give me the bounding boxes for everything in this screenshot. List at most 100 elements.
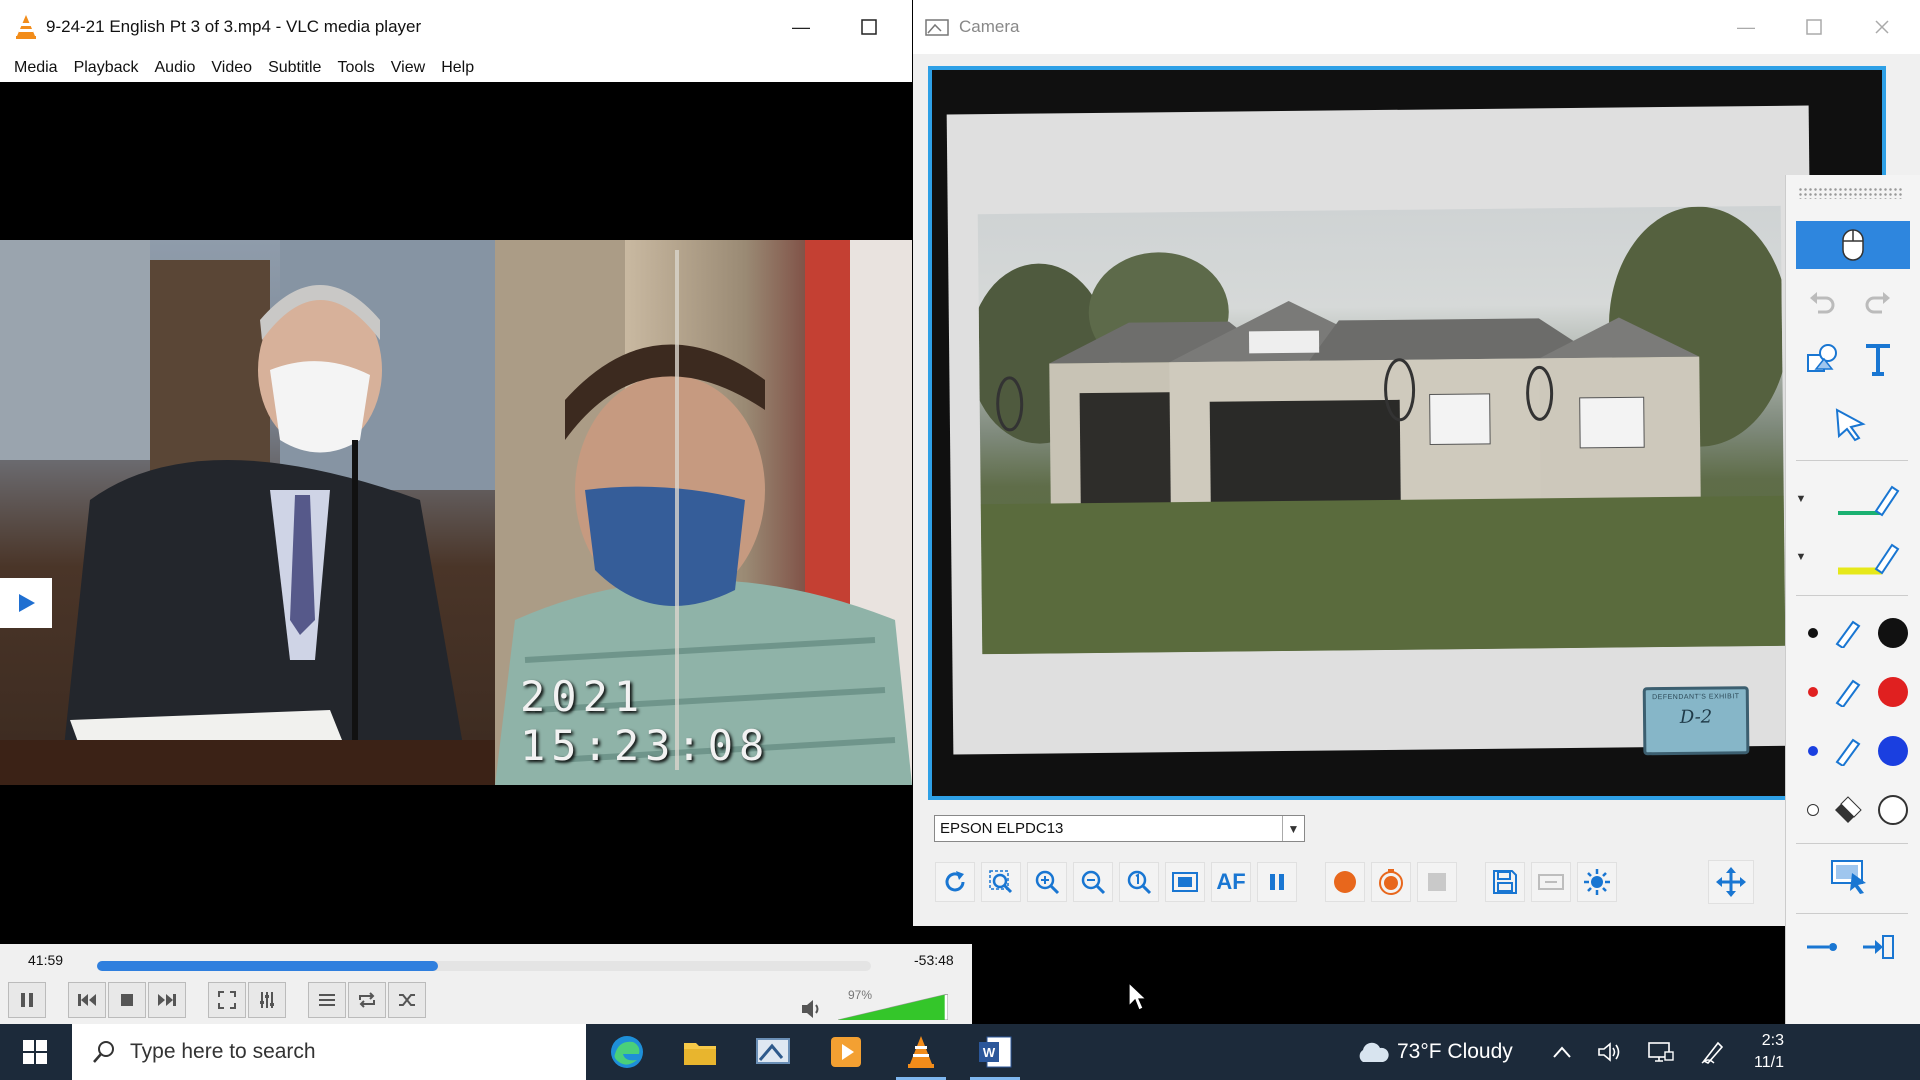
black-pen-button[interactable] — [1828, 609, 1868, 657]
black-small-dot[interactable] — [1808, 628, 1818, 638]
maximize-button[interactable] — [840, 0, 898, 54]
volume-tray-button[interactable] — [1597, 1024, 1623, 1080]
annotation-toolbar: ▼ ▼ — [1785, 175, 1920, 1080]
pause-button[interactable] — [8, 982, 46, 1018]
fit-screen-icon — [1172, 872, 1198, 892]
eraser-button[interactable] — [1828, 786, 1868, 834]
menu-playback[interactable]: Playback — [74, 59, 139, 77]
freeze-button[interactable] — [1257, 862, 1297, 902]
black-large-dot[interactable] — [1878, 618, 1908, 648]
text-tool-button[interactable] — [1852, 335, 1904, 383]
vlc-window: 9-24-21 English Pt 3 of 3.mp4 - VLC medi… — [0, 0, 912, 1024]
zoom-out-button[interactable] — [1073, 862, 1113, 902]
next-button[interactable] — [148, 982, 186, 1018]
show-hidden-icons-button[interactable] — [1552, 1024, 1572, 1080]
menu-subtitle[interactable]: Subtitle — [268, 59, 321, 77]
chevron-down-icon[interactable]: ▼ — [1282, 816, 1304, 841]
mouse-cursor-icon — [1128, 982, 1148, 1011]
playlist-button[interactable] — [308, 982, 346, 1018]
cloud-icon — [1359, 1042, 1389, 1062]
clock[interactable]: 2:3 11/1 — [1752, 1030, 1784, 1074]
menu-audio[interactable]: Audio — [155, 59, 196, 77]
eraser-small-dot[interactable] — [1807, 804, 1819, 816]
taskbar-media-app[interactable] — [811, 1024, 881, 1080]
collapse-panel-button[interactable] — [1796, 923, 1848, 971]
select-tool-button[interactable] — [1824, 401, 1876, 449]
red-small-dot[interactable] — [1808, 687, 1818, 697]
taskbar-file-explorer[interactable] — [665, 1024, 735, 1080]
record-button[interactable] — [1325, 862, 1365, 902]
taskbar-camera-app[interactable] — [738, 1024, 808, 1080]
redo-icon — [1865, 292, 1890, 314]
start-button[interactable] — [0, 1024, 70, 1080]
previous-button[interactable] — [68, 982, 106, 1018]
blue-pen-button[interactable] — [1828, 727, 1868, 775]
zoom-reset-button[interactable] — [1119, 862, 1159, 902]
weather-widget[interactable]: 73°F Cloudy — [1355, 1024, 1513, 1080]
extended-settings-button[interactable] — [248, 982, 286, 1018]
shuffle-button[interactable] — [388, 982, 426, 1018]
menu-tools[interactable]: Tools — [337, 59, 374, 77]
highlighter-button[interactable] — [1824, 533, 1912, 581]
windows-start-icon — [23, 1040, 47, 1064]
autofocus-button[interactable]: AF — [1211, 862, 1251, 902]
menu-media[interactable]: Media — [14, 59, 58, 77]
pen-tray-button[interactable] — [1700, 1024, 1726, 1080]
menu-help[interactable]: Help — [441, 59, 474, 77]
capture-button[interactable] — [1824, 853, 1876, 901]
pencil-icon — [1835, 620, 1861, 648]
red-pen-button[interactable] — [1828, 668, 1868, 716]
camera-close-button[interactable] — [1853, 0, 1911, 54]
video-display[interactable]: 2021 15:23:08 — [0, 82, 912, 944]
brightness-button[interactable] — [1577, 862, 1617, 902]
minimize-button[interactable]: — — [772, 0, 830, 54]
pen-icon — [1701, 1041, 1724, 1064]
volume-icon[interactable] — [800, 998, 824, 1020]
play-overlay-button[interactable] — [0, 578, 52, 628]
taskbar-search[interactable]: Type here to search — [72, 1024, 586, 1080]
zoom-in-button[interactable] — [1027, 862, 1067, 902]
save-button[interactable] — [1485, 862, 1525, 902]
fit-screen-button[interactable] — [1165, 862, 1205, 902]
green-pen-button[interactable] — [1824, 475, 1912, 523]
stop-button[interactable] — [108, 982, 146, 1018]
undo-button[interactable] — [1796, 279, 1848, 327]
taskbar-vlc[interactable] — [886, 1024, 956, 1080]
compare-icon — [1538, 874, 1564, 890]
redo-button[interactable] — [1852, 279, 1904, 327]
toolbar-grip-top[interactable] — [1798, 187, 1904, 199]
vlc-titlebar[interactable]: 9-24-21 English Pt 3 of 3.mp4 - VLC medi… — [0, 0, 912, 54]
fullscreen-button[interactable] — [208, 982, 246, 1018]
red-large-dot[interactable] — [1878, 677, 1908, 707]
mouse-mode-button[interactable] — [1796, 221, 1910, 269]
camera-preview[interactable]: DEFENDANT'S EXHIBIT D-2 — [928, 66, 1886, 800]
loop-button[interactable] — [348, 982, 386, 1018]
seek-bar[interactable] — [97, 961, 871, 971]
menu-video[interactable]: Video — [211, 59, 252, 77]
rotate-button[interactable] — [935, 862, 975, 902]
menu-view[interactable]: View — [391, 59, 425, 77]
rotate-icon — [945, 871, 965, 892]
zoom-area-button[interactable] — [981, 862, 1021, 902]
highlighter-options-dropdown[interactable]: ▼ — [1786, 533, 1816, 581]
device-select[interactable]: EPSON ELPDC13 ▼ — [934, 815, 1305, 842]
camera-titlebar[interactable]: Camera — — [913, 0, 1920, 54]
blue-small-dot[interactable] — [1808, 746, 1818, 756]
camera-minimize-button[interactable]: — — [1717, 0, 1775, 54]
move-button[interactable] — [1708, 860, 1754, 904]
word-icon: W — [979, 1036, 1012, 1068]
taskbar-word[interactable]: W — [960, 1024, 1030, 1080]
record-timer-button[interactable] — [1371, 862, 1411, 902]
zoom-out-icon — [1081, 870, 1106, 895]
pen-options-dropdown[interactable]: ▼ — [1786, 475, 1816, 523]
taskbar-edge[interactable] — [592, 1024, 662, 1080]
exit-panel-button[interactable] — [1852, 923, 1904, 971]
network-tray-button[interactable] — [1647, 1024, 1675, 1080]
compare-button[interactable] — [1531, 862, 1571, 902]
stop-record-button[interactable] — [1417, 862, 1457, 902]
blue-large-dot[interactable] — [1878, 736, 1908, 766]
volume-slider[interactable] — [838, 994, 948, 1020]
shapes-button[interactable] — [1796, 335, 1848, 383]
camera-maximize-button[interactable] — [1785, 0, 1843, 54]
eraser-large-dot[interactable] — [1878, 795, 1908, 825]
